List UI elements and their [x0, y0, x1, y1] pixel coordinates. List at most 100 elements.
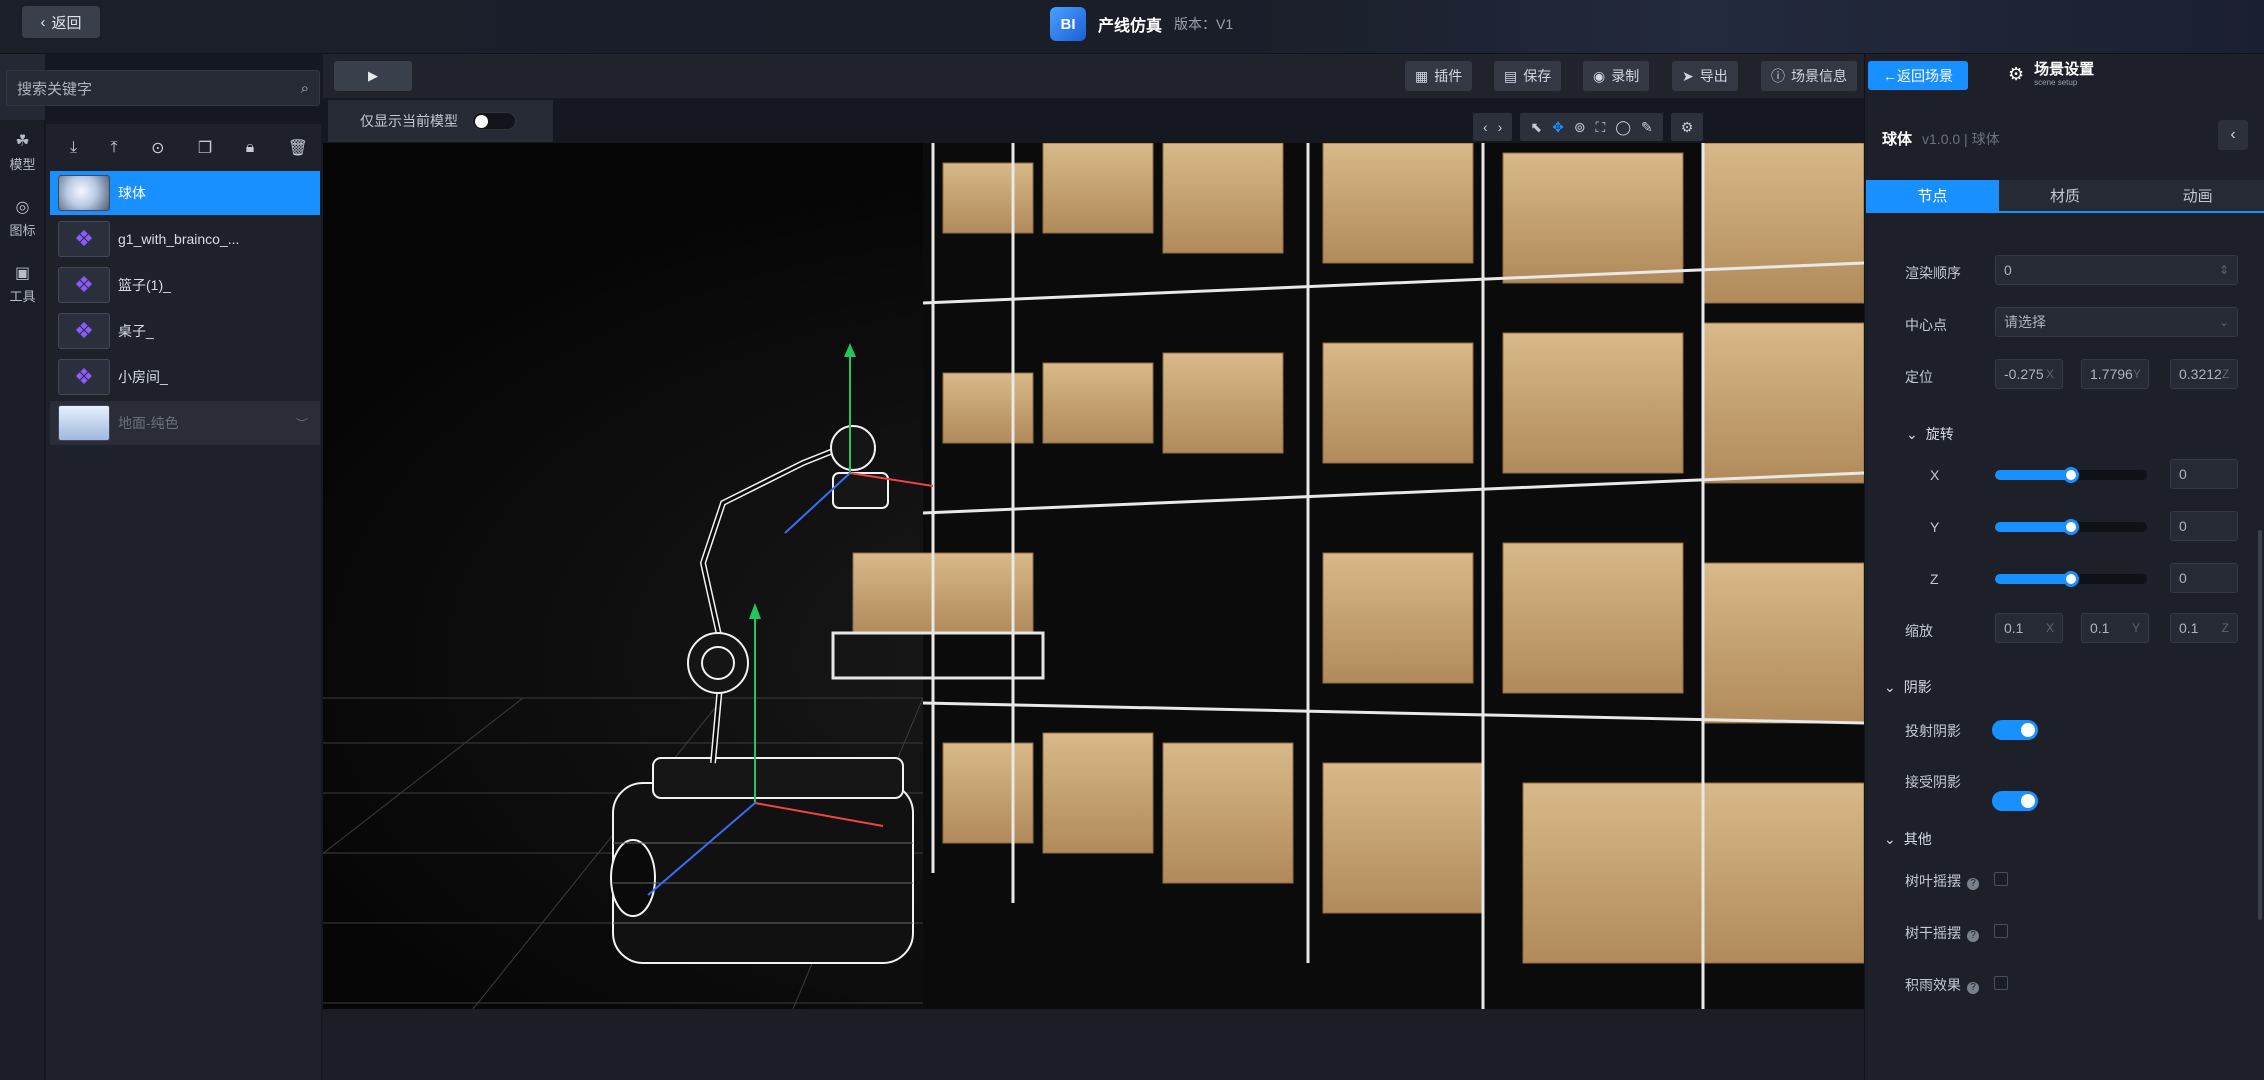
rotation-y-input[interactable]: 0 — [2170, 511, 2238, 541]
scene-setup-tab[interactable]: ⚙︎ 场景设置 scene setup — [2008, 61, 2095, 88]
layer-item[interactable]: 球体 — [50, 171, 320, 215]
trunk-sway-label: 树干摇摆? — [1905, 923, 1979, 943]
return-scene-button[interactable]: ←返回场景 — [1868, 61, 1968, 90]
search-input[interactable]: 搜索关键字 ⌕ — [6, 70, 320, 106]
copy-icon[interactable]: ❐ — [198, 138, 212, 158]
cubes-icon: ❖ — [58, 267, 110, 303]
lock-icon[interactable]: 🔒︎ — [246, 139, 255, 157]
back-button[interactable]: ‹ 返回 — [22, 6, 100, 38]
rail-item-models[interactable]: ☘ 模型 — [0, 120, 45, 186]
layer-item[interactable]: ❖ 桌子_ — [50, 309, 320, 353]
help-icon[interactable]: ? — [1967, 878, 1979, 890]
rotation-section-header[interactable]: ⌄ 旋转 — [1906, 424, 1954, 444]
hidden-eye-icon[interactable]: ︶ — [296, 415, 308, 432]
only-current-toggle[interactable] — [472, 112, 516, 130]
locate-icon[interactable]: ⊙ — [151, 138, 164, 158]
export-button[interactable]: ➤ 导出 — [1672, 61, 1738, 91]
render-order-input[interactable]: 0 ⇕ — [1995, 255, 2238, 285]
scale-y-input[interactable]: 0.1 Y — [2081, 613, 2149, 643]
move-icon[interactable]: ✥ — [1552, 119, 1564, 136]
move-down-icon[interactable]: ⤓ — [70, 139, 77, 157]
save-label: 保存 — [1523, 68, 1552, 84]
layer-item[interactable]: ❖ 小房间_ — [50, 355, 320, 399]
undo-icon[interactable]: ‹ — [1483, 119, 1488, 135]
receive-shadow-toggle[interactable] — [1992, 791, 2038, 811]
shadow-section-header[interactable]: ⌄ 阴影 — [1884, 677, 1932, 697]
layer-name: 桌子_ — [118, 323, 154, 339]
plugin-button[interactable]: ▦ 插件 — [1405, 61, 1473, 91]
search-placeholder: 搜索关键字 — [17, 80, 93, 98]
rain-effect-label: 积雨效果? — [1905, 975, 1979, 995]
tab-node[interactable]: 节点 — [1866, 180, 1999, 211]
view-mode-icon[interactable]: ⚙︎ — [1681, 119, 1694, 136]
layer-item[interactable]: ❖ g1_with_brainco_... — [50, 217, 320, 261]
scene-info-button[interactable]: ⓘ 场景信息 — [1761, 61, 1857, 91]
scene-canvas[interactable] — [323, 143, 1864, 1009]
top-bar: ‹ 返回 BI 产线仿真 版本：V1 — [0, 0, 2264, 54]
save-button[interactable]: ▤ 保存 — [1494, 61, 1562, 91]
brush-icon[interactable]: ✎ — [1641, 119, 1653, 136]
scale-z-value: 0.1 — [2179, 620, 2199, 636]
cast-shadow-label: 投射阴影 — [1905, 723, 1961, 739]
search-icon[interactable]: ⌕ — [301, 80, 309, 97]
help-icon[interactable]: ? — [1967, 930, 1979, 942]
position-x-input[interactable]: -0.275 X — [1995, 359, 2063, 389]
slider-knob[interactable] — [2063, 519, 2079, 535]
plugin-icon: ▦ — [1415, 67, 1429, 84]
viewport-footer — [323, 1009, 1864, 1080]
axis-suffix: X — [2045, 367, 2054, 381]
position-y-input[interactable]: 1.7796 Y — [2081, 359, 2149, 389]
layer-item[interactable]: ❖ 篮子(1)_ — [50, 263, 320, 307]
rain-effect-checkbox[interactable] — [1994, 976, 2008, 990]
scene-setup-title: 场景设置 — [2034, 61, 2095, 78]
app-version: 版本：V1 — [1174, 16, 1234, 32]
rotation-z-slider[interactable] — [1995, 571, 2147, 587]
scale-z-input[interactable]: 0.1 Z — [2170, 613, 2238, 643]
rotation-z-input[interactable]: 0 — [2170, 563, 2238, 593]
rotation-x-input[interactable]: 0 — [2170, 459, 2238, 489]
rotate-icon[interactable]: ⊚ — [1574, 119, 1586, 136]
axis-suffix: Y — [2132, 367, 2141, 381]
other-section-header[interactable]: ⌄ 其他 — [1884, 829, 1932, 849]
delete-icon[interactable]: 🗑︎ — [288, 138, 308, 158]
rotation-y-slider[interactable] — [1995, 519, 2147, 535]
record-button[interactable]: ◉ 录制 — [1583, 61, 1650, 91]
rotation-y-label: Y — [1930, 519, 1940, 535]
trunk-sway-checkbox[interactable] — [1994, 924, 2008, 938]
stepper-icon[interactable]: ⇕ — [2219, 263, 2229, 277]
rail-item-tools[interactable]: ▣ 工具 — [0, 252, 45, 318]
help-icon[interactable]: ? — [1967, 982, 1979, 994]
layer-name: 篮子(1)_ — [118, 277, 171, 293]
collapse-panel-button[interactable]: ‹ — [2218, 120, 2248, 150]
tab-animation[interactable]: 动画 — [2131, 180, 2264, 211]
only-current-label: 仅显示当前模型 — [360, 113, 458, 129]
history-nav: ‹ › — [1473, 113, 1513, 141]
redo-icon[interactable]: › — [1498, 119, 1503, 135]
left-rail: ≋ 图层 ☘ 模型 ◎ 图标 ▣ 工具 — [0, 54, 45, 1080]
layer-name: 地面-纯色 — [118, 415, 179, 431]
receive-shadow-label: 接受阴影 — [1905, 774, 1961, 790]
position-x-value: -0.275 — [2004, 366, 2044, 382]
move-up-icon[interactable]: ⤒ — [111, 139, 118, 157]
focus-icon[interactable]: ◯ — [1615, 119, 1631, 136]
cubes-icon: ❖ — [58, 221, 110, 257]
select-icon[interactable]: ⬉ — [1530, 119, 1542, 136]
layer-item[interactable]: 地面-纯色 ︶ — [50, 401, 320, 445]
center-select[interactable]: 请选择 ⌄ — [1995, 307, 2238, 337]
leaf-sway-checkbox[interactable] — [1994, 872, 2008, 886]
position-z-input[interactable]: 0.3212 Z — [2170, 359, 2238, 389]
rail-label: 工具 — [9, 288, 36, 304]
info-icon: ⓘ — [1771, 68, 1785, 84]
scale-y-value: 0.1 — [2090, 620, 2110, 636]
slider-fill — [1995, 522, 2071, 532]
panel-scrollbar[interactable] — [2258, 530, 2262, 920]
rail-item-icons[interactable]: ◎ 图标 — [0, 186, 45, 252]
cast-shadow-toggle[interactable] — [1992, 720, 2038, 740]
scale-icon[interactable]: ⛶ — [1596, 119, 1606, 136]
slider-knob[interactable] — [2063, 467, 2079, 483]
scale-x-input[interactable]: 0.1 X — [1995, 613, 2063, 643]
slider-knob[interactable] — [2063, 571, 2079, 587]
tab-material[interactable]: 材质 — [1999, 180, 2132, 211]
play-button[interactable]: ▶ — [334, 61, 412, 91]
rotation-x-slider[interactable] — [1995, 467, 2147, 483]
